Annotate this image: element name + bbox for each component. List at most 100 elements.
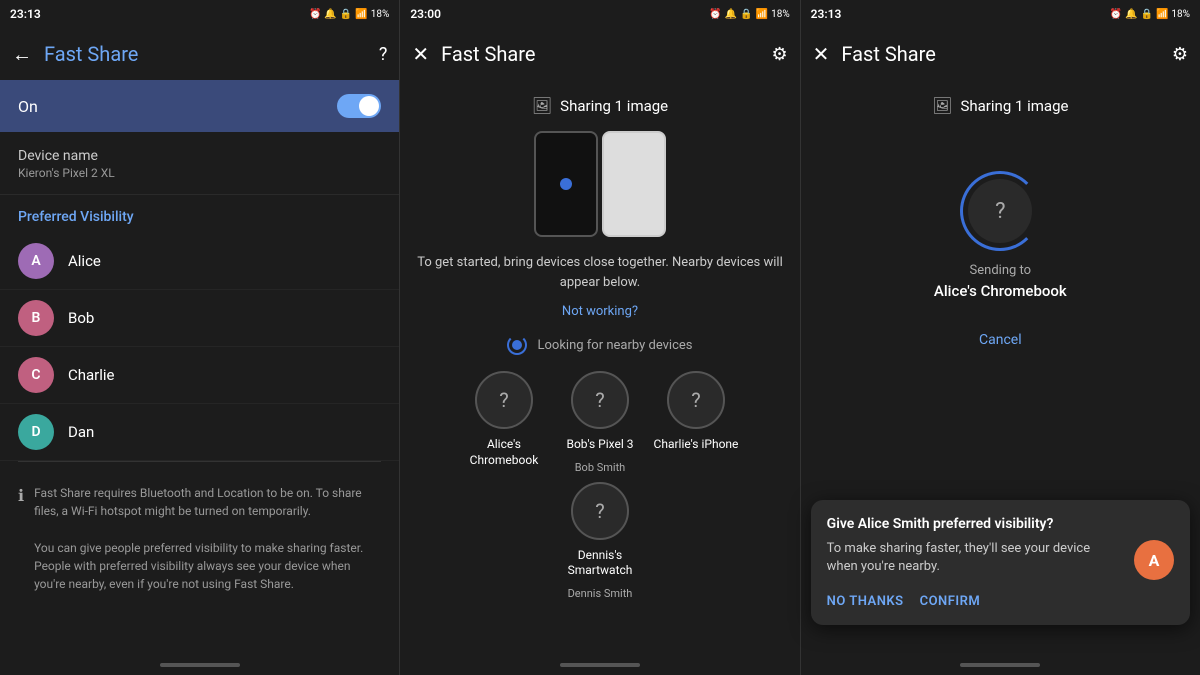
device-name-value: Kieron's Pixel 2 XL xyxy=(18,166,381,180)
device-dennis-watch[interactable]: ? Dennis'sSmartwatch Dennis Smith xyxy=(556,482,644,600)
home-indicator-3 xyxy=(801,655,1200,675)
page-title-3: Fast Share xyxy=(841,42,1159,66)
signal-icon: 📶 xyxy=(355,9,367,20)
mute-icon: 🔔 xyxy=(324,9,336,20)
bs-title: Give Alice Smith preferred visibility? xyxy=(827,516,1174,532)
preferred-visibility-sheet: Give Alice Smith preferred visibility? T… xyxy=(811,500,1190,625)
back-icon[interactable]: ← xyxy=(12,42,32,67)
looking-label: Looking for nearby devices xyxy=(537,338,692,353)
vpn-icon-2: 🔒 xyxy=(740,9,752,20)
device-icon-bob: ? xyxy=(571,371,629,429)
bs-body-text: To make sharing faster, they'll see your… xyxy=(827,540,1124,576)
device-owner-bob: Bob Smith xyxy=(575,461,626,474)
no-thanks-button[interactable]: No thanks xyxy=(827,594,904,609)
home-bar-1 xyxy=(160,663,240,667)
sharing-header-3: 🖼 Sharing 1 image xyxy=(932,96,1068,115)
bring-close-text: To get started, bring devices close toge… xyxy=(416,253,783,292)
status-time-1: 23:13 xyxy=(10,7,41,21)
alarm-icon-2: ⏰ xyxy=(709,9,721,20)
home-bar-2 xyxy=(560,663,640,667)
device-charlie-iphone[interactable]: ? Charlie's iPhone xyxy=(652,371,740,474)
panel-sharing: 23:00 ⏰ 🔔 🔒 📶 18% ✕ Fast Share ⚙ 🖼 Shari… xyxy=(400,0,800,675)
avatar-dan: D xyxy=(18,414,54,450)
device-owner-dennis: Dennis Smith xyxy=(568,587,633,600)
status-time-3: 23:13 xyxy=(811,7,842,21)
image-icon: 🖼 xyxy=(532,96,552,115)
battery-text-3: 18% xyxy=(1171,9,1190,20)
avatar-charlie: C xyxy=(18,357,54,393)
sharing-content: 🖼 Sharing 1 image To get started, bring … xyxy=(400,80,799,655)
page-title-2: Fast Share xyxy=(441,42,759,66)
info-icon: ℹ xyxy=(18,486,24,593)
device-bob-pixel[interactable]: ? Bob's Pixel 3 Bob Smith xyxy=(556,371,644,474)
sharing-label-3: Sharing 1 image xyxy=(960,97,1068,115)
status-icons-2: ⏰ 🔔 🔒 📶 18% xyxy=(709,9,789,20)
title-bar-1: ← Fast Share ? xyxy=(0,28,399,80)
bs-body-row: To make sharing faster, they'll see your… xyxy=(827,540,1174,580)
contact-name-alice: Alice xyxy=(68,252,101,270)
sending-circle: ? xyxy=(960,171,1040,251)
status-bar-3: 23:13 ⏰ 🔔 🔒 📶 18% xyxy=(801,0,1200,28)
contact-bob[interactable]: B Bob xyxy=(0,290,399,347)
signal-icon-3: 📶 xyxy=(1156,9,1168,20)
alarm-icon-3: ⏰ xyxy=(1110,9,1122,20)
device-alice-chromebook[interactable]: ? Alice'sChromebook xyxy=(460,371,548,474)
spinner-icon xyxy=(507,335,527,355)
sharing-header: 🖼 Sharing 1 image xyxy=(532,96,668,115)
panel-sending: 23:13 ⏰ 🔔 🔒 📶 18% ✕ Fast Share ⚙ 🖼 Shari… xyxy=(801,0,1200,675)
device-name-row[interactable]: Device name Kieron's Pixel 2 XL xyxy=(0,134,399,195)
page-title-1: Fast Share xyxy=(44,42,367,66)
on-label: On xyxy=(18,97,38,116)
device-name-label: Device name xyxy=(18,148,381,164)
phone-right xyxy=(602,131,666,237)
contact-dan[interactable]: D Dan xyxy=(0,404,399,461)
sending-container: ? Sending to Alice's Chromebook xyxy=(934,171,1067,300)
cancel-button[interactable]: Cancel xyxy=(979,332,1022,348)
device-name-charlie: Charlie's iPhone xyxy=(654,437,739,453)
avatar-bob: B xyxy=(18,300,54,336)
status-icons-1: ⏰ 🔔 🔒 📶 18% xyxy=(309,9,389,20)
sending-content: 🖼 Sharing 1 image ? Sending to Alice's C… xyxy=(801,80,1200,655)
help-icon[interactable]: ? xyxy=(379,44,388,65)
info-text-container: Fast Share requires Bluetooth and Locati… xyxy=(34,484,381,593)
sending-inner: ? xyxy=(968,179,1032,243)
info-text-2: You can give people preferred visibility… xyxy=(34,539,381,593)
contact-charlie[interactable]: C Charlie xyxy=(0,347,399,404)
settings-content: On Device name Kieron's Pixel 2 XL Prefe… xyxy=(0,80,399,655)
device-name-dennis: Dennis'sSmartwatch xyxy=(568,548,633,579)
title-bar-2: ✕ Fast Share ⚙ xyxy=(400,28,799,80)
title-bar-3: ✕ Fast Share ⚙ xyxy=(801,28,1200,80)
confirm-button[interactable]: Confirm xyxy=(920,594,981,609)
bs-buttons: No thanks Confirm xyxy=(827,594,1174,609)
on-toggle[interactable] xyxy=(337,94,381,118)
panel-settings: 23:13 ⏰ 🔔 🔒 📶 18% ← Fast Share ? On Devi… xyxy=(0,0,400,675)
preferred-visibility-header: Preferred Visibility xyxy=(0,195,399,233)
image-icon-3: 🖼 xyxy=(932,96,952,115)
battery-text-2: 18% xyxy=(771,9,790,20)
on-row[interactable]: On xyxy=(0,80,399,132)
sending-to-label: Sending to xyxy=(970,263,1032,278)
contact-name-charlie: Charlie xyxy=(68,366,115,384)
not-working-link[interactable]: Not working? xyxy=(562,304,638,319)
contact-alice[interactable]: A Alice xyxy=(0,233,399,290)
sharing-label: Sharing 1 image xyxy=(560,97,668,115)
bs-avatar: A xyxy=(1134,540,1174,580)
looking-row: Looking for nearby devices xyxy=(507,335,692,355)
contact-name-dan: Dan xyxy=(68,423,94,441)
sending-to-name: Alice's Chromebook xyxy=(934,282,1067,300)
device-grid: ? Alice'sChromebook ? Bob's Pixel 3 Bob … xyxy=(416,371,783,600)
close-icon-3[interactable]: ✕ xyxy=(813,42,830,66)
status-time-2: 23:00 xyxy=(410,7,441,21)
status-bar-2: 23:00 ⏰ 🔔 🔒 📶 18% xyxy=(400,0,799,28)
status-bar-1: 23:13 ⏰ 🔔 🔒 📶 18% xyxy=(0,0,399,28)
home-indicator-2 xyxy=(400,655,799,675)
spinner-inner xyxy=(512,340,522,350)
settings-icon-3[interactable]: ⚙ xyxy=(1172,44,1188,65)
settings-icon-2[interactable]: ⚙ xyxy=(772,44,788,65)
contact-name-bob: Bob xyxy=(68,309,94,327)
home-bar-3 xyxy=(960,663,1040,667)
phones-animation xyxy=(534,131,666,237)
mute-icon-3: 🔔 xyxy=(1125,9,1137,20)
close-icon-2[interactable]: ✕ xyxy=(412,42,429,66)
vpn-icon-3: 🔒 xyxy=(1141,9,1153,20)
